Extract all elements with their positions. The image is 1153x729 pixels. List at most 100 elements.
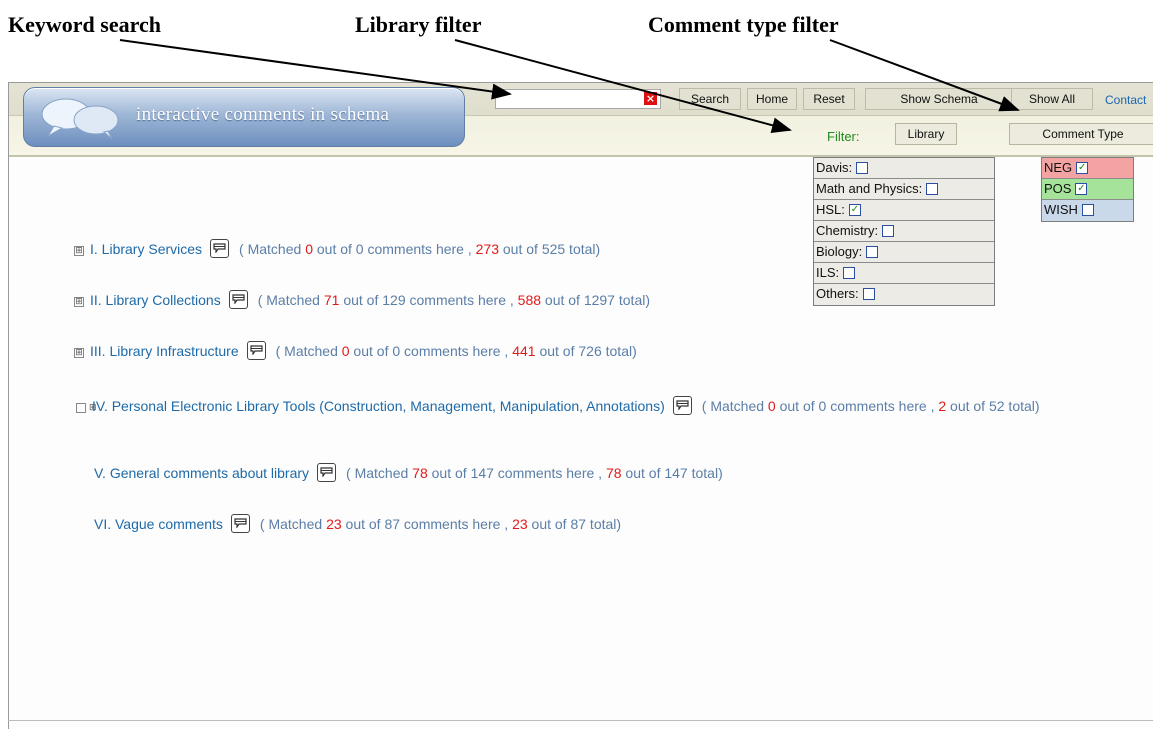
total-count: 726: [578, 343, 602, 360]
total-matched-count: 23: [512, 516, 528, 533]
library-filter-item[interactable]: ILS:: [814, 263, 994, 284]
window-bottom-edge: [8, 720, 1153, 721]
here-count: 147: [470, 465, 494, 482]
stats-text: out of: [499, 241, 542, 258]
comment-icon[interactable]: [230, 514, 250, 533]
comment-icon[interactable]: [317, 463, 337, 482]
stats-text: out of: [341, 516, 385, 533]
matched-count: 71: [323, 292, 340, 309]
checkbox[interactable]: ✓: [848, 203, 861, 216]
total-count: 147: [664, 465, 688, 482]
comment-type-label: WISH: [1044, 202, 1078, 217]
total-count: 525: [541, 241, 566, 258]
tree-node-title[interactable]: I. Library Services: [90, 241, 202, 257]
library-filter-label: Chemistry:: [816, 223, 879, 238]
comment-icon[interactable]: [246, 341, 266, 360]
comment-type-item[interactable]: NEG ✓: [1042, 158, 1133, 179]
match-stats: ( Matched 71 out of 129 comments here , …: [258, 292, 650, 308]
stats-text: out of: [535, 343, 579, 360]
tree-node: ⊞ II. Library Collections ( Matched 71 out…: [74, 290, 650, 311]
tree-node: ⊞ I. Library Services ( Matched 0 out of 0…: [74, 239, 601, 260]
stats-text: out of: [541, 292, 584, 309]
tree-node-title[interactable]: III. Library Infrastructure: [90, 343, 239, 359]
show-all-button[interactable]: Show All: [1011, 88, 1093, 110]
app-logo[interactable]: interactive comments in schema: [23, 87, 465, 147]
stats-text: out of: [527, 516, 571, 533]
library-filter-item[interactable]: Davis:: [814, 158, 994, 179]
stats-text: total): [586, 516, 622, 533]
stats-text: out of: [946, 398, 989, 414]
expand-icon[interactable]: ⊞: [74, 297, 84, 308]
stats-text: out of: [775, 398, 819, 414]
tree-node-title[interactable]: VI. Vague comments: [94, 516, 223, 532]
library-filter-panel: Davis: Math and Physics: HSL: ✓ Chemistry: Bi…: [813, 157, 995, 306]
library-filter-item[interactable]: Math and Physics:: [814, 179, 994, 200]
library-filter-item[interactable]: Biology:: [814, 242, 994, 263]
stats-text: out of: [312, 241, 356, 258]
library-filter-item[interactable]: HSL: ✓: [814, 200, 994, 221]
checkbox[interactable]: [866, 245, 879, 258]
tree-node: VI. Vague comments ( Matched 23 out of 87…: [94, 514, 621, 535]
clear-search-icon[interactable]: ×: [644, 92, 657, 105]
tree-node: V. General comments about library ( Match…: [94, 463, 723, 484]
library-filter-annotation: Library filter: [355, 12, 482, 37]
show-schema-button[interactable]: Show Schema: [865, 88, 1013, 110]
comment-type-filter-button[interactable]: Comment Type: [1009, 123, 1153, 145]
stats-text: ( Matched: [275, 343, 342, 360]
stats-text: ( Matched: [239, 241, 306, 258]
matched-count: 23: [326, 516, 342, 533]
total-count: 1297: [583, 292, 615, 309]
tree-node: ⊞IV. Personal Electronic Library Tools (…: [64, 395, 1124, 417]
stats-text: ( Matched: [346, 465, 413, 482]
checkbox[interactable]: ✓: [1075, 182, 1088, 195]
reset-button[interactable]: Reset: [803, 88, 855, 110]
comment-type-label: POS: [1044, 181, 1072, 196]
keyword-search-input[interactable]: ×: [495, 89, 661, 109]
checkbox[interactable]: [1081, 203, 1094, 216]
here-count: 129: [382, 292, 406, 309]
total-matched-count: 78: [605, 465, 622, 482]
stats-text: comments here ,: [363, 241, 476, 258]
checkbox[interactable]: ✓: [1076, 161, 1089, 174]
stats-text: comments here ,: [826, 398, 939, 414]
comment-icon[interactable]: [228, 290, 248, 309]
comment-type-item[interactable]: POS ✓: [1042, 179, 1133, 200]
logo-text: interactive comments in schema: [136, 104, 390, 125]
expand-icon[interactable]: ⊞: [74, 246, 84, 257]
checkbox[interactable]: [843, 266, 856, 279]
tree-node-title[interactable]: V. General comments about library: [94, 465, 309, 481]
library-filter-label: ILS:: [816, 265, 840, 280]
match-stats: ( Matched 78 out of 147 comments here , …: [346, 465, 723, 481]
library-filter-button[interactable]: Library: [895, 123, 957, 145]
contact-link[interactable]: Contact: [1105, 93, 1146, 107]
tree-node-title[interactable]: II. Library Collections: [90, 292, 221, 308]
expand-icon[interactable]: ⊞: [76, 403, 97, 413]
search-button[interactable]: Search: [679, 88, 741, 110]
header-bar: interactive comments in schema × Search …: [9, 83, 1153, 157]
stats-text: total): [565, 241, 601, 258]
comment-type-filter-panel: NEG ✓ POS ✓ WISH: [1041, 157, 1134, 222]
matched-count: 0: [341, 343, 350, 360]
checkbox[interactable]: [862, 287, 875, 300]
home-button[interactable]: Home: [747, 88, 797, 110]
here-count: 0: [355, 241, 364, 258]
checkbox[interactable]: [926, 182, 939, 195]
comment-type-filter-annotation: Comment type filter: [648, 12, 839, 37]
stats-text: total): [687, 465, 723, 482]
stats-text: comments here ,: [405, 292, 518, 309]
comment-icon[interactable]: [672, 395, 692, 415]
tree-node-title[interactable]: IV. Personal Electronic Library Tools (C…: [92, 398, 665, 414]
here-count: 87: [384, 516, 401, 533]
match-stats: ( Matched 0 out of 0 comments here , 2 o…: [702, 398, 1040, 414]
checkbox[interactable]: [882, 224, 895, 237]
match-stats: ( Matched 0 out of 0 comments here , 441…: [276, 343, 637, 359]
total-count: 52: [988, 398, 1005, 414]
comment-icon[interactable]: [210, 239, 230, 258]
library-filter-item[interactable]: Chemistry:: [814, 221, 994, 242]
comment-type-item[interactable]: WISH: [1042, 200, 1133, 221]
checkbox[interactable]: [856, 161, 869, 174]
library-filter-item[interactable]: Others:: [814, 284, 994, 305]
match-stats: ( Matched 23 out of 87 comments here , 2…: [260, 516, 621, 532]
stats-text: comments here ,: [493, 465, 606, 482]
expand-icon[interactable]: ⊞: [74, 348, 84, 359]
